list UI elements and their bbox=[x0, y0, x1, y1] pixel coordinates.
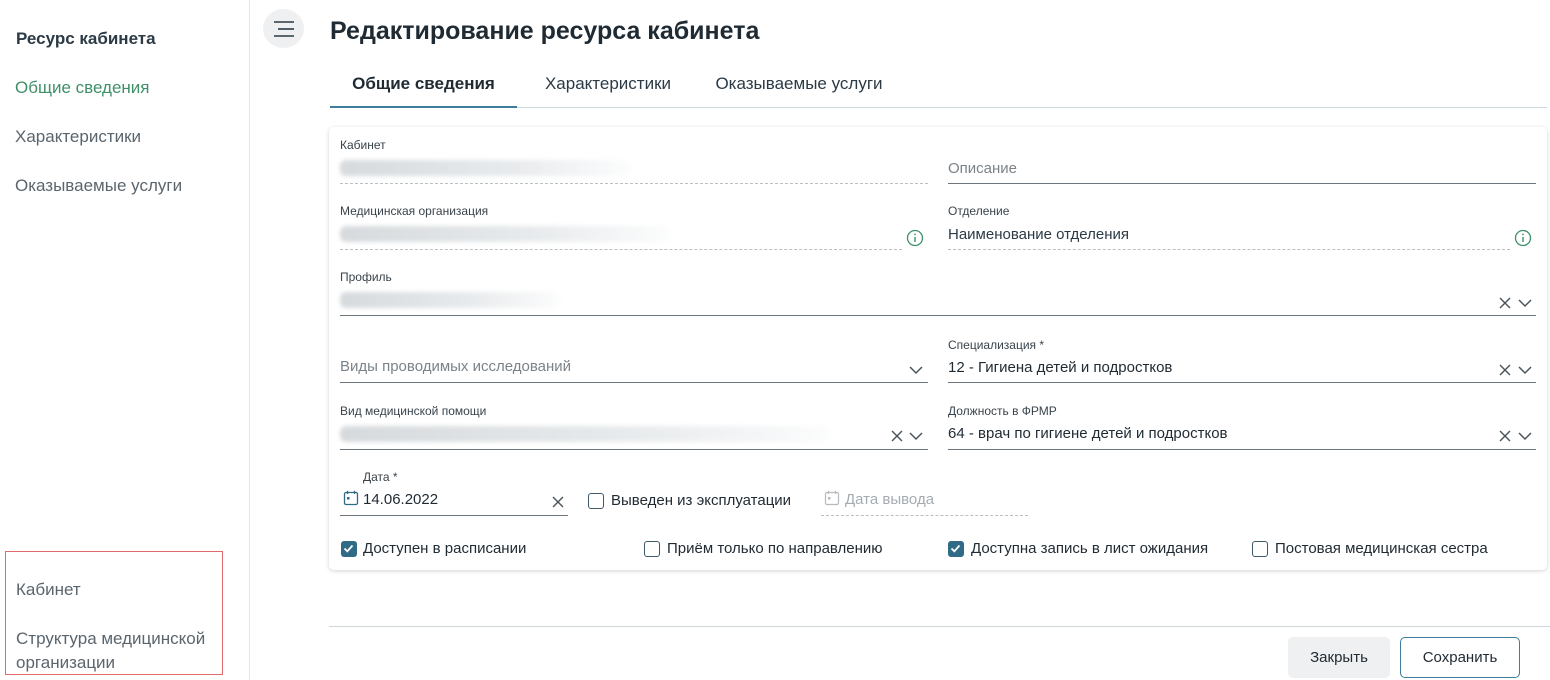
waitlist-checkbox[interactable] bbox=[948, 541, 964, 557]
page-title: Редактирование ресурса кабинета bbox=[330, 17, 760, 45]
cabinet-value-redacted bbox=[340, 160, 630, 176]
tab-bar: Общие сведения Характеристики Оказываемы… bbox=[330, 62, 1547, 108]
med-org-field[interactable] bbox=[340, 249, 902, 250]
care-type-value-redacted bbox=[340, 426, 830, 442]
date-value: 14.06.2022 bbox=[363, 491, 439, 508]
sidebar-item-characteristics[interactable]: Характеристики bbox=[15, 127, 141, 147]
info-icon[interactable] bbox=[1514, 229, 1532, 247]
cabinet-label: Кабинет bbox=[340, 138, 386, 152]
sidebar: Ресурс кабинета Общие сведения Характери… bbox=[0, 0, 250, 680]
tab-general[interactable]: Общие сведения bbox=[330, 62, 517, 108]
chevron-down-icon[interactable] bbox=[1517, 364, 1533, 376]
med-org-value-redacted bbox=[340, 226, 670, 242]
available-in-schedule-checkbox[interactable] bbox=[341, 541, 357, 557]
position-frmr-label: Должность в ФРМР bbox=[948, 404, 1057, 418]
description-field[interactable] bbox=[948, 183, 1536, 184]
description-field-placeholder: Описание bbox=[948, 160, 1018, 177]
clear-icon[interactable] bbox=[1498, 296, 1512, 310]
info-icon[interactable] bbox=[906, 229, 924, 247]
checkmark-icon bbox=[950, 544, 961, 553]
waitlist-label: Доступна запись в лист ожидания bbox=[971, 540, 1209, 557]
hamburger-icon bbox=[273, 20, 294, 37]
referral-only-checkbox[interactable] bbox=[644, 541, 660, 557]
sidebar-item-services[interactable]: Оказываемые услуги bbox=[15, 176, 182, 196]
ward-nurse-label: Постовая медицинская сестра bbox=[1275, 540, 1488, 557]
save-button[interactable]: Сохранить bbox=[1400, 637, 1520, 678]
profile-label: Профиль bbox=[340, 270, 392, 284]
sidebar-bottom-links: Кабинет Структура медицинской организаци… bbox=[5, 551, 223, 675]
available-in-schedule-label: Доступен в расписании bbox=[363, 540, 527, 557]
clear-icon[interactable] bbox=[551, 495, 565, 509]
specialization-value: 12 - Гигиена детей и подростков bbox=[948, 359, 1173, 376]
chevron-down-icon[interactable] bbox=[1517, 297, 1533, 309]
clear-icon[interactable] bbox=[1498, 363, 1512, 377]
clear-icon[interactable] bbox=[1498, 429, 1512, 443]
checkmark-icon bbox=[343, 544, 354, 553]
decommissioned-label: Выведен из эксплуатации bbox=[611, 492, 792, 509]
footer-divider bbox=[329, 626, 1550, 627]
tab-services[interactable]: Оказываемые услуги bbox=[699, 62, 899, 108]
form-card: Кабинет Описание Медицинская организация… bbox=[329, 127, 1547, 570]
clear-icon[interactable] bbox=[890, 429, 904, 443]
position-frmr-field[interactable] bbox=[948, 449, 1536, 450]
decommission-date-field[interactable] bbox=[821, 515, 1028, 516]
tab-characteristics[interactable]: Характеристики bbox=[517, 62, 699, 108]
med-org-label: Медицинская организация bbox=[340, 204, 489, 218]
sidebar-title: Ресурс кабинета bbox=[16, 29, 156, 48]
specialization-field[interactable] bbox=[948, 382, 1536, 383]
referral-only-label: Приём только по направлению bbox=[667, 540, 883, 557]
decommissioned-checkbox[interactable] bbox=[588, 493, 604, 509]
link-cabinet[interactable]: Кабинет bbox=[16, 578, 81, 602]
link-org-structure[interactable]: Структура медицинской организации bbox=[16, 627, 226, 675]
profile-value-redacted bbox=[340, 292, 560, 308]
date-field[interactable] bbox=[340, 515, 568, 516]
menu-toggle-button[interactable] bbox=[263, 9, 304, 48]
position-frmr-value: 64 - врач по гигиене детей и подростков bbox=[948, 425, 1228, 442]
decommission-date-placeholder: Дата вывода bbox=[845, 491, 935, 508]
date-label: Дата * bbox=[363, 470, 398, 484]
close-button[interactable]: Закрыть bbox=[1288, 637, 1390, 678]
department-label: Отделение bbox=[948, 204, 1010, 218]
chevron-down-icon[interactable] bbox=[1517, 430, 1533, 442]
care-type-field[interactable] bbox=[340, 449, 928, 450]
sidebar-item-general[interactable]: Общие сведения bbox=[15, 78, 150, 98]
chevron-down-icon[interactable] bbox=[908, 364, 924, 376]
calendar-icon[interactable] bbox=[824, 490, 840, 506]
chevron-down-icon[interactable] bbox=[908, 430, 924, 442]
calendar-icon[interactable] bbox=[343, 490, 359, 506]
cabinet-field[interactable] bbox=[340, 183, 928, 184]
research-types-field[interactable] bbox=[340, 382, 928, 383]
profile-field[interactable] bbox=[340, 315, 1536, 316]
specialization-label: Специализация * bbox=[948, 338, 1045, 352]
research-types-placeholder: Виды проводимых исследований bbox=[340, 358, 572, 375]
department-field[interactable] bbox=[948, 249, 1510, 250]
department-value: Наименование отделения bbox=[948, 226, 1130, 243]
ward-nurse-checkbox[interactable] bbox=[1252, 541, 1268, 557]
care-type-label: Вид медицинской помощи bbox=[340, 404, 487, 418]
